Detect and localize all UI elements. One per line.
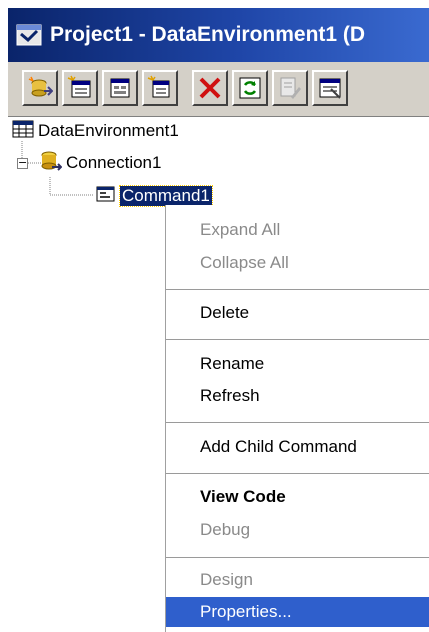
tree-connector-lines [21, 141, 94, 196]
menu-separator [166, 289, 429, 291]
title-bar[interactable]: Project1 - DataEnvironment1 (D [8, 8, 429, 62]
tree-label-connection: Connection1 [66, 153, 162, 172]
properties-button[interactable] [312, 70, 348, 106]
menu-item-refresh[interactable]: Refresh [166, 381, 429, 411]
insert-stored-procedures-button[interactable] [102, 70, 138, 106]
menu-item-properties[interactable]: Properties... [166, 597, 429, 627]
tree-label-command: Command1 [119, 185, 213, 207]
toolbar [8, 62, 429, 117]
add-command-button[interactable] [62, 70, 98, 106]
insert-stored-procedures-icon [107, 75, 133, 101]
menu-item-expand-all[interactable]: Expand All [166, 215, 429, 245]
data-environment-window-icon[interactable] [16, 22, 42, 48]
window-title: Project1 - DataEnvironment1 (D [50, 23, 366, 46]
menu-separator [166, 473, 429, 475]
menu-item-debug[interactable]: Debug [166, 515, 429, 545]
command-icon [96, 185, 116, 208]
menu-separator [166, 557, 429, 559]
refresh-button[interactable] [232, 70, 268, 106]
designer-window: Project1 - DataEnvironment1 (D DataEnvir… [0, 0, 429, 632]
refresh-icon [237, 75, 263, 101]
connection-icon [40, 150, 63, 177]
menu-item-rename[interactable]: Rename [166, 349, 429, 379]
add-child-command-icon [147, 75, 173, 101]
context-menu: Expand All Collapse All Delete Rename Re… [165, 205, 429, 632]
add-command-icon [67, 75, 93, 101]
menu-item-collapse-all[interactable]: Collapse All [166, 248, 429, 278]
menu-separator [166, 422, 429, 424]
collapse-toggle-icon[interactable]: − [17, 157, 28, 169]
properties-icon [317, 75, 343, 101]
menu-item-design[interactable]: Design [166, 565, 429, 595]
design-icon [277, 75, 303, 101]
menu-separator [166, 339, 429, 341]
delete-button[interactable] [192, 70, 228, 106]
tree-node-connection[interactable]: Connection1 [40, 150, 161, 176]
menu-item-view-code[interactable]: View Code [166, 482, 429, 512]
menu-item-add-child-command[interactable]: Add Child Command [166, 432, 429, 462]
design-button[interactable] [272, 70, 308, 106]
add-connection-button[interactable] [22, 70, 58, 106]
add-connection-icon [27, 75, 53, 101]
menu-item-delete[interactable]: Delete [166, 298, 429, 328]
add-child-command-button[interactable] [142, 70, 178, 106]
delete-icon [197, 75, 223, 101]
